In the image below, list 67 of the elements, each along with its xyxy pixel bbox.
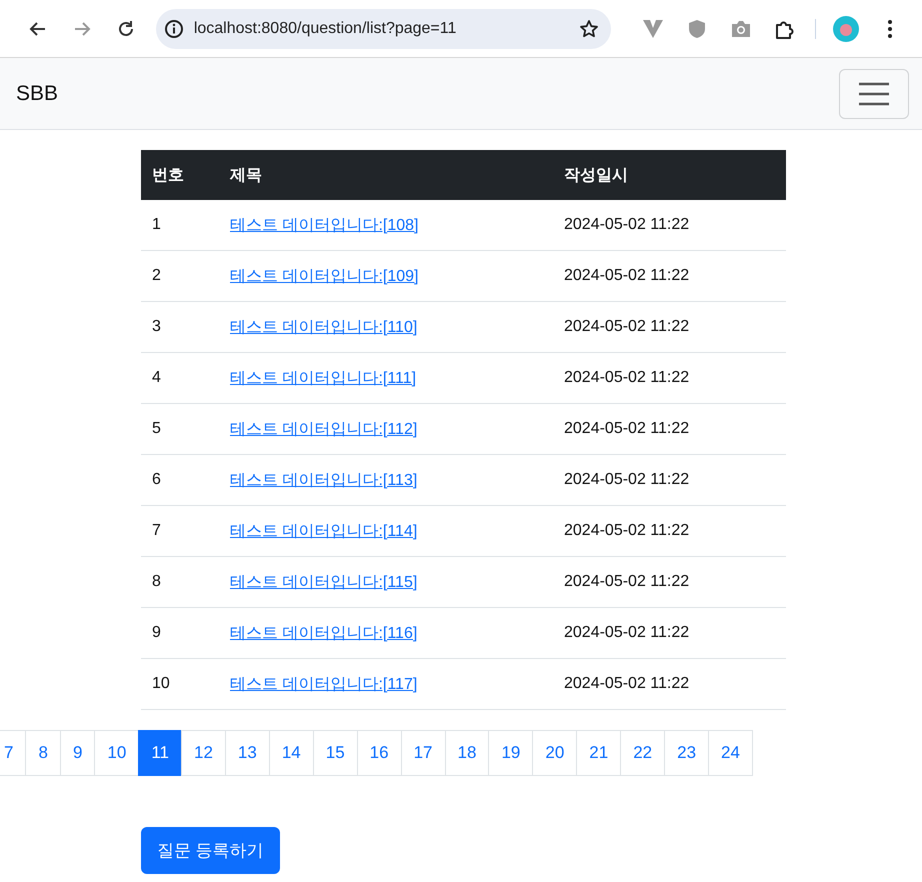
column-header: 작성일시 bbox=[553, 150, 786, 200]
date-cell: 2024-05-02 11:22 bbox=[553, 352, 786, 404]
question-title-link[interactable]: 테스트 데이터입니다:[111] bbox=[230, 370, 416, 386]
question-title-link[interactable]: 테스트 데이터입니다:[114] bbox=[230, 522, 418, 540]
number-cell: 9 bbox=[141, 608, 219, 658]
date-cell: 2024-05-02 11:22 bbox=[553, 608, 786, 658]
question-title-link[interactable]: 테스트 데이터입니다:[110] bbox=[230, 318, 418, 336]
page-link[interactable]: 18 bbox=[444, 730, 490, 776]
date-cell: 2024-05-02 11:22 bbox=[553, 250, 786, 302]
date-cell: 2024-05-02 11:22 bbox=[553, 200, 786, 250]
date-cell: 2024-05-02 11:22 bbox=[553, 404, 786, 454]
address-bar[interactable]: localhost:8080/question/list?page=11 bbox=[156, 8, 612, 48]
page-link[interactable]: 21 bbox=[576, 730, 622, 776]
column-header: 번호 bbox=[141, 150, 219, 200]
page-link[interactable]: 22 bbox=[620, 730, 666, 776]
number-cell: 5 bbox=[141, 404, 219, 454]
column-header: 제목 bbox=[219, 150, 553, 200]
brand-link[interactable]: SBB bbox=[16, 82, 58, 106]
number-cell: 2 bbox=[141, 250, 219, 302]
menu-icon bbox=[858, 82, 890, 106]
date-cell: 2024-05-02 11:22 bbox=[553, 506, 786, 556]
question-title-link[interactable]: 테스트 데이터입니다:[115] bbox=[230, 574, 418, 590]
page-link[interactable]: 10 bbox=[94, 730, 140, 776]
page-link[interactable]: 19 bbox=[488, 730, 534, 776]
register-question-button[interactable]: 질문 등록하기 bbox=[141, 827, 280, 874]
number-cell: 4 bbox=[141, 352, 219, 404]
puzzle-icon[interactable] bbox=[775, 18, 796, 38]
number-cell: 10 bbox=[141, 658, 219, 710]
date-cell: 2024-05-02 11:22 bbox=[553, 556, 786, 608]
menu-toggle-button[interactable] bbox=[839, 68, 909, 118]
page-link[interactable]: 17 bbox=[400, 730, 446, 776]
date-cell: 2024-05-02 11:22 bbox=[553, 302, 786, 352]
url-text: localhost:8080/question/list?page=11 bbox=[194, 20, 458, 38]
page-link[interactable]: 11 bbox=[138, 730, 182, 776]
question-title-link[interactable]: 테스트 데이터입니다:[113] bbox=[230, 472, 418, 488]
question-title-link[interactable]: 테스트 데이터입니다:[108] bbox=[230, 216, 418, 234]
more-menu-icon[interactable] bbox=[886, 18, 893, 38]
number-cell: 6 bbox=[141, 454, 219, 506]
question-title-link[interactable]: 테스트 데이터입니다:[117] bbox=[230, 676, 418, 692]
page-link[interactable]: 13 bbox=[224, 730, 270, 776]
question-title-link[interactable]: 테스트 데이터입니다:[112] bbox=[230, 420, 418, 438]
page-link[interactable]: 24 bbox=[708, 730, 753, 776]
star-icon[interactable] bbox=[579, 18, 600, 38]
page-link[interactable]: 16 bbox=[356, 730, 402, 776]
page-link[interactable]: 7 bbox=[0, 730, 26, 776]
page-link[interactable]: 12 bbox=[180, 730, 226, 776]
question-title-link[interactable]: 테스트 데이터입니다:[116] bbox=[230, 624, 418, 642]
reload-icon[interactable] bbox=[116, 20, 135, 38]
shield-icon[interactable] bbox=[688, 18, 706, 38]
date-cell: 2024-05-02 11:22 bbox=[553, 658, 786, 710]
page-link[interactable]: 14 bbox=[268, 730, 314, 776]
camera-icon[interactable] bbox=[730, 20, 752, 38]
question-title-link[interactable]: 테스트 데이터입니다:[109] bbox=[230, 268, 418, 284]
number-cell: 3 bbox=[141, 302, 219, 352]
number-cell: 1 bbox=[141, 200, 219, 250]
page-link[interactable]: 8 bbox=[25, 730, 61, 776]
page-link[interactable]: 23 bbox=[664, 730, 710, 776]
number-cell: 7 bbox=[141, 506, 219, 556]
page-link[interactable]: 20 bbox=[532, 730, 578, 776]
back-icon[interactable] bbox=[28, 20, 47, 38]
page-link[interactable]: 15 bbox=[312, 730, 358, 776]
page-link[interactable]: 9 bbox=[60, 730, 96, 776]
forward-icon[interactable] bbox=[72, 20, 91, 38]
date-cell: 2024-05-02 11:22 bbox=[553, 454, 786, 506]
number-cell: 8 bbox=[141, 556, 219, 608]
info-icon[interactable] bbox=[164, 18, 184, 38]
v-shape-icon[interactable] bbox=[642, 18, 664, 38]
